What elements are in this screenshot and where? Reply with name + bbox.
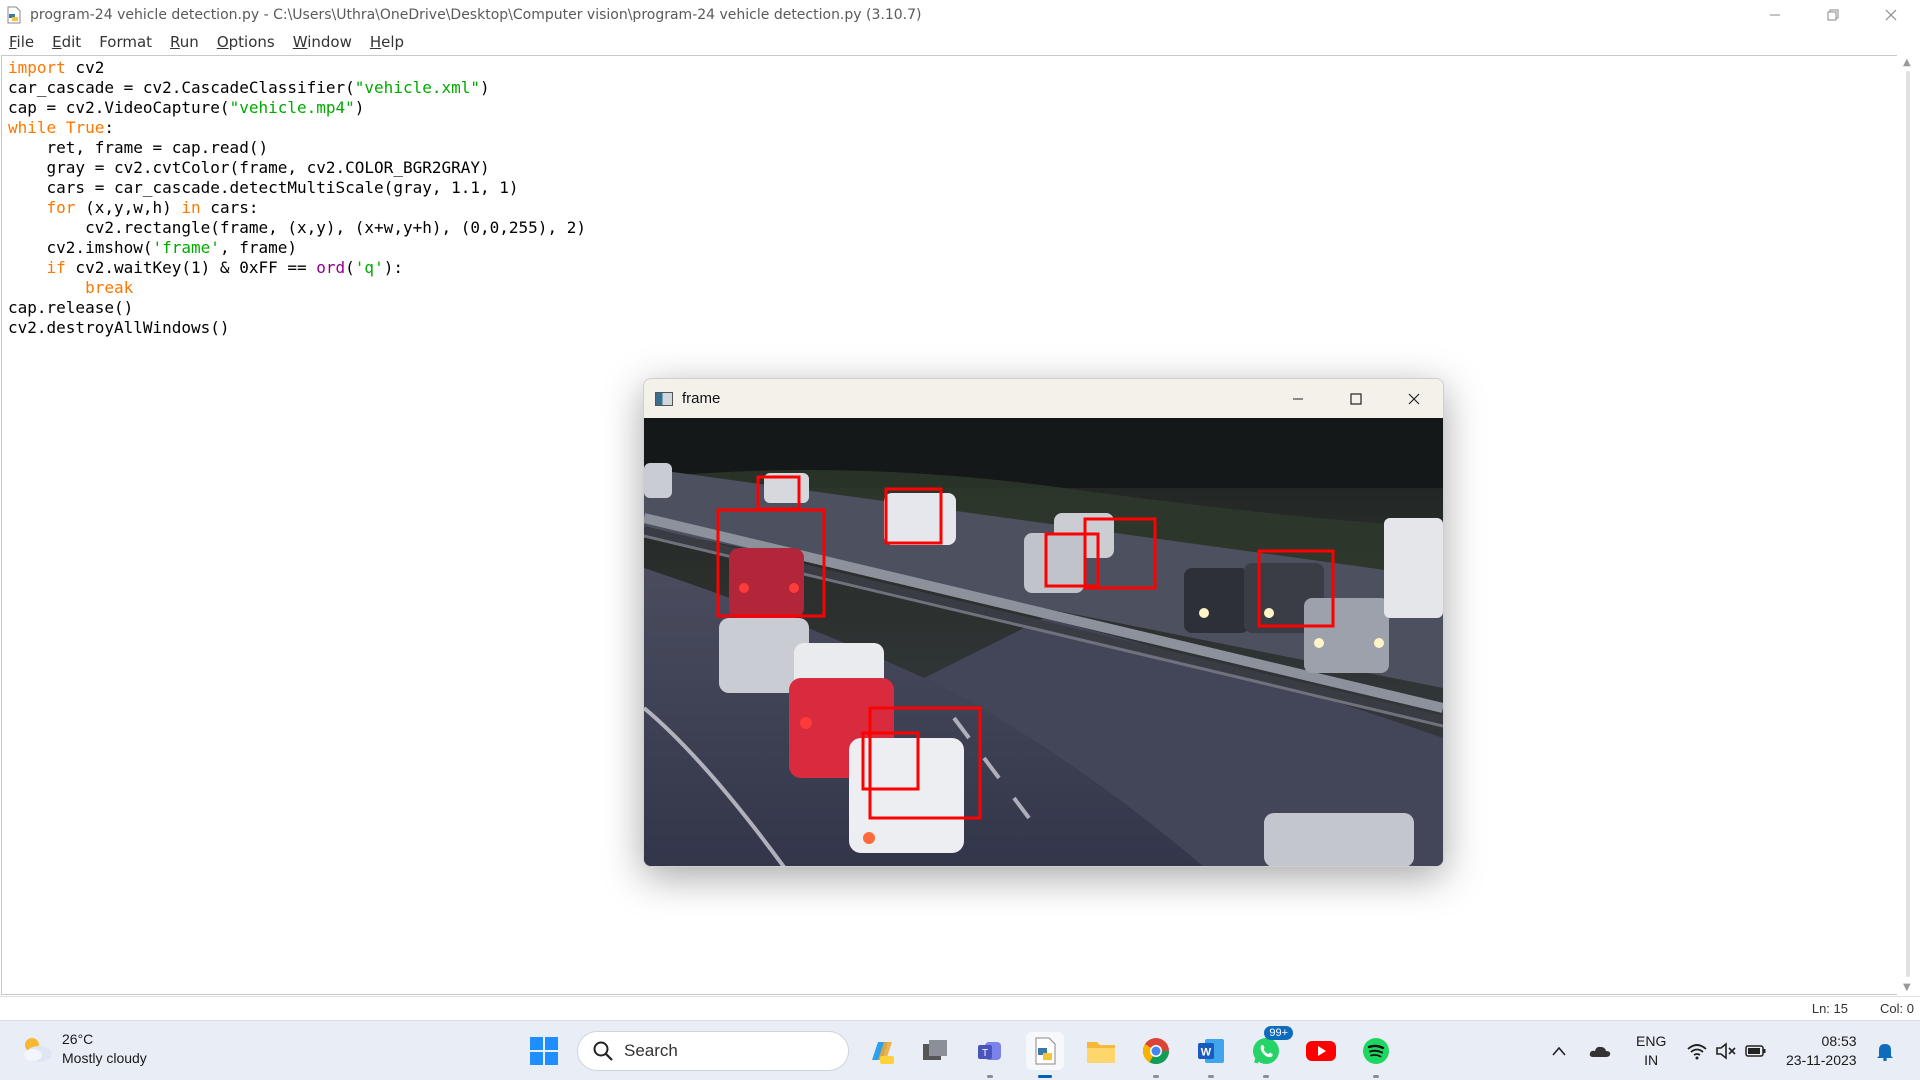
onedrive-icon[interactable] [1588, 1021, 1612, 1080]
python-file-icon [4, 5, 24, 25]
region-code: IN [1644, 1052, 1659, 1068]
video-frame [644, 418, 1443, 866]
menu-window[interactable]: Window [285, 33, 352, 51]
frame-window[interactable]: frame [643, 378, 1444, 867]
spotify-icon[interactable] [1357, 1032, 1395, 1078]
taskbar: 26°C Mostly cloudy Search T W 99+ ENG IN… [0, 1020, 1920, 1080]
frame-maximize-button[interactable] [1327, 379, 1385, 418]
menu-help[interactable]: Help [362, 33, 404, 51]
minimize-button[interactable] [1746, 0, 1804, 29]
code-line[interactable]: cv2.imshow('frame', frame) [8, 238, 586, 258]
code-line[interactable]: while True: [8, 118, 586, 138]
whatsapp-icon[interactable]: 99+ [1247, 1026, 1293, 1078]
scroll-up-icon[interactable]: ▲ [1903, 57, 1911, 68]
clock-date: 23-11-2023 [1786, 1052, 1857, 1068]
column-number: Col: 0 [1880, 1001, 1914, 1016]
language-indicator[interactable]: ENG IN [1636, 1021, 1666, 1080]
code-line[interactable]: car_cascade = cv2.CascadeClassifier("veh… [8, 78, 586, 98]
copilot-icon[interactable] [862, 1032, 900, 1070]
code-line[interactable]: ret, frame = cap.read() [8, 138, 586, 158]
code-line[interactable]: break [8, 278, 586, 298]
weather-temperature: 26°C [62, 1031, 94, 1047]
frame-title-bar[interactable]: frame [644, 379, 1443, 418]
cloud-sun-icon [24, 1038, 52, 1062]
restore-button[interactable] [1804, 0, 1862, 29]
volume-muted-icon[interactable] [1715, 1021, 1737, 1080]
code-line[interactable]: if cv2.waitKey(1) & 0xFF == ord('q'): [8, 258, 586, 278]
search-icon [593, 1041, 613, 1061]
word-icon[interactable]: W [1192, 1032, 1230, 1078]
idle-app-icon[interactable] [1026, 1032, 1064, 1078]
code-line[interactable]: cv2.rectangle(frame, (x,y), (x+w,y+h), (… [8, 218, 586, 238]
clock[interactable]: 08:53 23-11-2023 [1786, 1021, 1857, 1080]
code-line[interactable]: gray = cv2.cvtColor(frame, cv2.COLOR_BGR… [8, 158, 586, 178]
scroll-down-icon[interactable]: ▼ [1903, 982, 1911, 993]
menu-edit[interactable]: Edit [44, 33, 81, 51]
language-code: ENG [1636, 1033, 1667, 1049]
menu-file[interactable]: File [0, 33, 34, 51]
code-line[interactable]: for (x,y,w,h) in cars: [8, 198, 586, 218]
frame-close-button[interactable] [1385, 379, 1443, 418]
weather-description: Mostly cloudy [62, 1050, 147, 1066]
battery-icon[interactable] [1745, 1021, 1767, 1080]
chrome-icon[interactable] [1137, 1032, 1175, 1078]
weather-widget[interactable]: 26°C Mostly cloudy [20, 1030, 147, 1068]
code-line[interactable]: cars = car_cascade.detectMultiScale(gray… [8, 178, 586, 198]
menu-bar: File Edit Format Run Options Window Help [0, 29, 1920, 55]
code-text[interactable]: import cv2 car_cascade = cv2.CascadeClass… [8, 58, 586, 338]
menu-run[interactable]: Run [162, 33, 199, 51]
close-button[interactable] [1862, 0, 1920, 29]
window-title: program-24 vehicle detection.py - C:\Use… [30, 6, 922, 23]
code-line[interactable]: import cv2 [8, 58, 586, 78]
youtube-icon[interactable] [1302, 1032, 1340, 1070]
menu-options[interactable]: Options [209, 33, 275, 51]
title-bar: program-24 vehicle detection.py - C:\Use… [0, 0, 1920, 29]
file-explorer-icon[interactable] [1082, 1032, 1120, 1070]
line-number: Ln: 15 [1811, 1001, 1848, 1016]
code-line[interactable]: cap.release() [8, 298, 586, 318]
opencv-window-icon [655, 391, 673, 406]
code-line[interactable]: cv2.destroyAllWindows() [8, 318, 586, 338]
taskbar-search[interactable]: Search [577, 1031, 849, 1071]
svg-text:W: W [1201, 1047, 1212, 1059]
frame-minimize-button[interactable] [1269, 379, 1327, 418]
wifi-icon[interactable] [1686, 1021, 1708, 1080]
notification-badge: 99+ [1264, 1026, 1293, 1040]
task-view-icon[interactable] [916, 1032, 954, 1070]
notification-bell-icon[interactable] [1876, 1021, 1894, 1080]
scroll-thumb[interactable] [1906, 71, 1910, 977]
vertical-scrollbar[interactable]: ▲ ▼ [1898, 55, 1920, 995]
show-hidden-icons[interactable] [1551, 1021, 1567, 1080]
svg-text:T: T [982, 1048, 988, 1059]
frame-title: frame [682, 390, 721, 407]
status-bar: Ln: 15 Col: 0 [0, 996, 1920, 1020]
clock-time: 08:53 [1821, 1033, 1857, 1049]
code-line[interactable]: cap = cv2.VideoCapture("vehicle.mp4") [8, 98, 586, 118]
menu-format[interactable]: Format [91, 33, 152, 51]
windows-start-icon[interactable] [529, 1036, 559, 1066]
teams-icon[interactable]: T [971, 1032, 1009, 1078]
chevron-up-icon [1552, 1046, 1566, 1056]
search-placeholder: Search [624, 1041, 678, 1060]
